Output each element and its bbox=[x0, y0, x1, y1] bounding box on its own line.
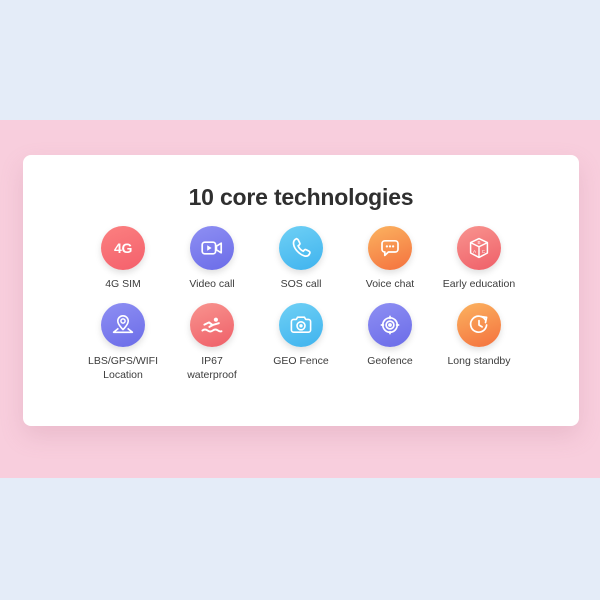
abc-block-icon: B A C bbox=[457, 226, 501, 271]
video-camera-icon bbox=[190, 226, 234, 271]
feature-row: LBS/GPS/WIFI Location IP67 waterproof GE… bbox=[23, 303, 579, 381]
4g-sim-icon-label: 4G bbox=[113, 240, 133, 257]
feature-item-label: Voice chat bbox=[365, 278, 415, 291]
feature-item-label: SOS call bbox=[280, 278, 322, 291]
feature-item-4g-sim[interactable]: 4G 4G SIM bbox=[79, 226, 168, 291]
feature-item-early-education[interactable]: B A C Early education bbox=[435, 226, 524, 291]
page-title: 10 core technologies bbox=[188, 184, 414, 210]
feature-item-label: LBS/GPS/WIFI Location bbox=[87, 355, 158, 381]
background-band-bottom bbox=[0, 478, 600, 600]
feature-item-label: IP67 waterproof bbox=[187, 355, 237, 381]
location-pin-icon bbox=[101, 303, 145, 348]
background-band-top bbox=[0, 0, 600, 120]
feature-item-geofence[interactable]: Geofence bbox=[346, 303, 435, 368]
feature-item-label: GEO Fence bbox=[273, 355, 329, 368]
feature-item-video-call[interactable]: Video call bbox=[168, 226, 257, 291]
feature-grid: 4G 4G SIM Video call SOS call Voice chat… bbox=[23, 210, 579, 381]
svg-text:B: B bbox=[477, 240, 480, 245]
feature-item-label: 4G SIM bbox=[105, 278, 141, 291]
speech-bubble-icon bbox=[368, 226, 412, 271]
feature-item-label: Video call bbox=[189, 278, 235, 291]
feature-item-ip67-waterproof[interactable]: IP67 waterproof bbox=[168, 303, 257, 381]
feature-card: 10 core technologies 4G 4G SIM Video cal… bbox=[23, 155, 579, 426]
feature-item-sos-call[interactable]: SOS call bbox=[257, 226, 346, 291]
target-crosshair-icon bbox=[368, 303, 412, 348]
camera-icon bbox=[279, 303, 323, 348]
4g-sim-icon: 4G bbox=[101, 226, 145, 271]
svg-text:A: A bbox=[473, 249, 477, 254]
feature-item-label: Geofence bbox=[367, 355, 413, 368]
phone-handset-icon bbox=[279, 226, 323, 271]
swimmer-icon bbox=[190, 303, 234, 348]
feature-item-voice-chat[interactable]: Voice chat bbox=[346, 226, 435, 291]
page-root: 10 core technologies 4G 4G SIM Video cal… bbox=[0, 0, 600, 600]
feature-item-geo-fence[interactable]: GEO Fence bbox=[257, 303, 346, 368]
feature-row: 4G 4G SIM Video call SOS call Voice chat… bbox=[23, 226, 579, 291]
clock-refresh-icon bbox=[457, 303, 501, 348]
feature-item-label: Long standby bbox=[447, 355, 511, 368]
feature-item-label: Early education bbox=[442, 278, 516, 291]
feature-item-lbs-gps-wifi-location[interactable]: LBS/GPS/WIFI Location bbox=[79, 303, 168, 381]
feature-item-long-standby[interactable]: Long standby bbox=[435, 303, 524, 368]
